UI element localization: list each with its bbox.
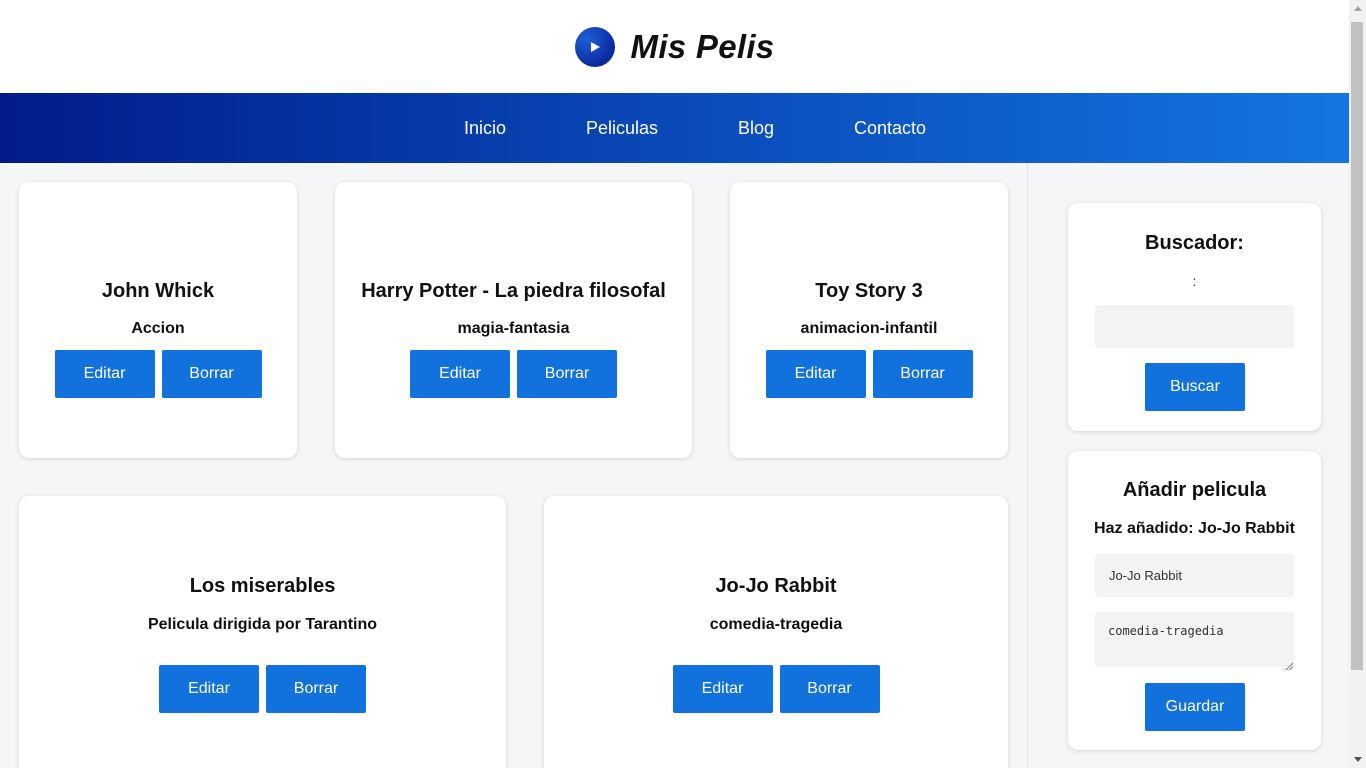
site-title: Mis Pelis (630, 27, 775, 65)
play-circle-icon (574, 26, 615, 67)
edit-button[interactable]: Editar (410, 350, 510, 398)
scroll-down-arrow-icon[interactable] (1349, 751, 1366, 768)
delete-button[interactable]: Borrar (161, 350, 262, 398)
movie-title: Toy Story 3 (815, 280, 923, 302)
logo[interactable]: Mis Pelis (574, 26, 775, 67)
scrollbar-thumb[interactable] (1351, 22, 1363, 670)
delete-button[interactable]: Borrar (872, 350, 973, 398)
main-nav: Inicio Peliculas Blog Contacto (0, 93, 1349, 163)
search-label: : (1192, 273, 1197, 289)
movie-title: John Whick (101, 280, 215, 302)
movie-title: Harry Potter - La piedra filosofal (361, 280, 666, 302)
movie-actions: Editar Borrar (19, 665, 506, 713)
save-button[interactable]: Guardar (1145, 683, 1245, 731)
edit-button[interactable]: Editar (765, 350, 866, 398)
delete-button[interactable]: Borrar (779, 665, 880, 713)
movie-actions: Editar Borrar (19, 350, 297, 398)
movie-card: Jo-Jo Rabbit comedia-tragedia Editar Bor… (544, 496, 1008, 768)
movie-card: Los miserables Pelicula dirigida por Tar… (19, 496, 506, 768)
movie-genre: comedia-tragedia (709, 616, 843, 633)
page: Mis Pelis Inicio Peliculas Blog Contacto… (0, 0, 1349, 768)
edit-button[interactable]: Editar (54, 350, 155, 398)
edit-button[interactable]: Editar (672, 665, 773, 713)
site-header: Mis Pelis (0, 0, 1349, 93)
sidebar: Buscador: : Buscar Añadir pelicula Haz a… (1028, 163, 1349, 768)
movie-actions: Editar Borrar (544, 665, 1008, 713)
add-movie-widget: Añadir pelicula Haz añadido: Jo-Jo Rabbi… (1068, 451, 1321, 750)
added-message: Haz añadido: Jo-Jo Rabbit (1094, 520, 1295, 537)
search-input[interactable] (1095, 305, 1294, 348)
scroll-up-arrow-icon[interactable] (1349, 0, 1366, 17)
movie-description-field[interactable]: comedia-tragedia (1095, 612, 1294, 667)
movie-genre: Accion (131, 320, 185, 337)
delete-button[interactable]: Borrar (266, 665, 366, 713)
movie-genre: animacion-infantil (800, 320, 938, 337)
movie-actions: Editar Borrar (335, 350, 692, 398)
movie-title-field[interactable] (1095, 554, 1294, 597)
movie-title: Jo-Jo Rabbit (715, 575, 837, 597)
vertical-scrollbar[interactable] (1349, 0, 1366, 768)
delete-button[interactable]: Borrar (517, 350, 617, 398)
search-button[interactable]: Buscar (1145, 363, 1245, 411)
movie-actions: Editar Borrar (730, 350, 1008, 398)
nav-item-contacto[interactable]: Contacto (854, 93, 926, 163)
movie-card: Toy Story 3 animacion-infantil Editar Bo… (730, 182, 1008, 458)
nav-item-peliculas[interactable]: Peliculas (586, 93, 658, 163)
movie-title: Los miserables (189, 575, 336, 597)
nav-item-inicio[interactable]: Inicio (464, 93, 506, 163)
movie-card: Harry Potter - La piedra filosofal magia… (335, 182, 692, 458)
add-movie-title: Añadir pelicula (1122, 479, 1267, 501)
movie-card: John Whick Accion Editar Borrar (19, 182, 297, 458)
movie-genre: Pelicula dirigida por Tarantino (147, 616, 378, 633)
nav-item-blog[interactable]: Blog (738, 93, 774, 163)
search-widget: Buscador: : Buscar (1068, 203, 1321, 431)
movie-genre: magia-fantasia (457, 320, 570, 337)
search-title: Buscador: (1145, 232, 1244, 254)
movie-list: John Whick Accion Editar Borrar Harry Po… (0, 163, 1027, 768)
edit-button[interactable]: Editar (159, 665, 259, 713)
resize-handle-icon[interactable] (1285, 657, 1318, 747)
